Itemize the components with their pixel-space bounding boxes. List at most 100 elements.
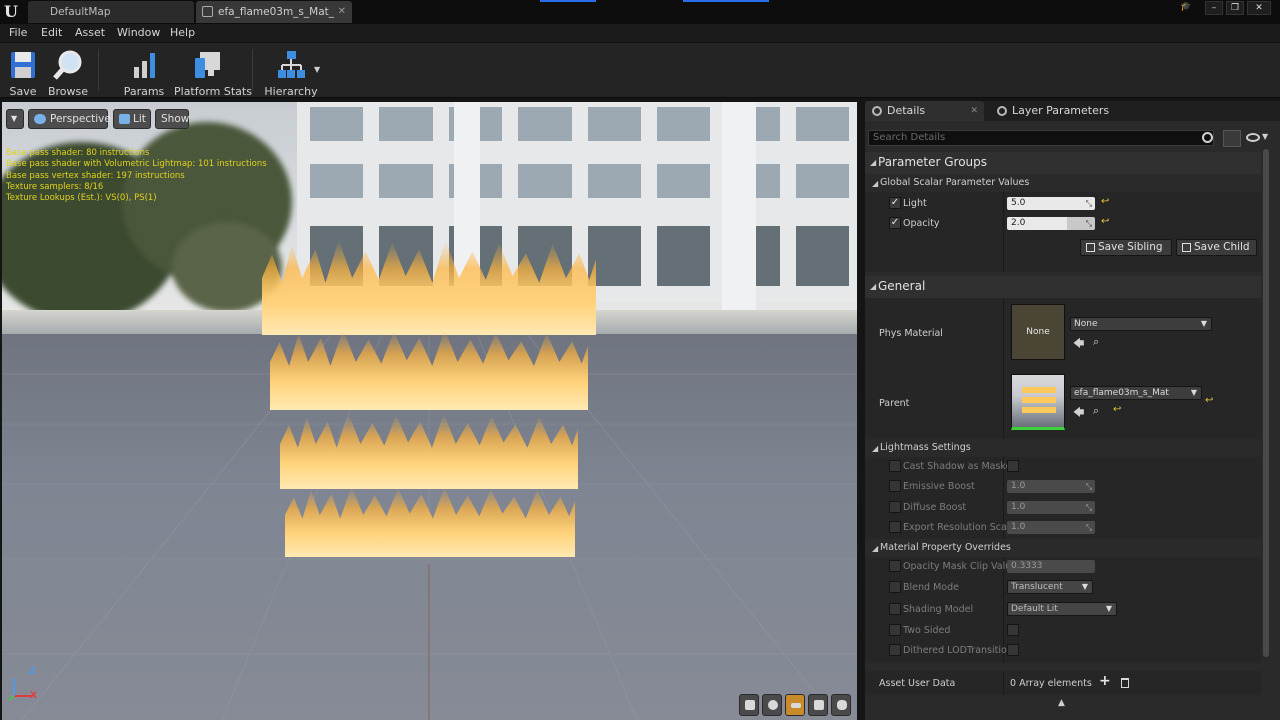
export-scale-override-checkbox[interactable] (889, 521, 901, 533)
preview-sphere-button[interactable] (762, 694, 782, 716)
menu-window[interactable]: Window (117, 26, 160, 39)
light-label: Light (903, 198, 927, 209)
group-material-overrides[interactable]: ◢ Material Property Overrides (865, 539, 1261, 557)
shading-model-value: Default Lit (1011, 604, 1058, 614)
reset-to-default-icon[interactable]: ↩ (1205, 395, 1213, 406)
light-override-checkbox[interactable]: ✓ (889, 197, 901, 209)
opacity-mask-field[interactable]: 0.3333 (1007, 560, 1095, 573)
unreal-logo-icon[interactable]: U (4, 3, 20, 20)
preview-viewport[interactable]: Base pass shader: 80 instructions Base p… (2, 102, 857, 720)
phys-material-value: None (1074, 319, 1098, 329)
phys-material-label: Phys Material (879, 328, 943, 339)
lit-button[interactable]: Lit (113, 109, 151, 129)
material-instance-icon (202, 6, 213, 17)
platform-stats-icon (195, 52, 220, 78)
show-button[interactable]: Show (155, 109, 189, 129)
close-icon[interactable]: ✕ (970, 101, 978, 121)
view-options-icon[interactable] (1223, 130, 1241, 147)
export-scale-label: Export Resolution Scale (903, 522, 1016, 533)
flame-preview (1022, 387, 1056, 393)
use-selected-arrow-icon[interactable]: 🡄 (1073, 404, 1084, 423)
maximize-icon[interactable]: ❐ (1226, 1, 1244, 15)
use-selected-arrow-icon[interactable]: 🡄 (1073, 335, 1084, 354)
browse-search-icon[interactable]: ⌕ (1093, 404, 1099, 418)
close-window-icon[interactable]: ✕ (1247, 1, 1271, 15)
dithered-override-checkbox[interactable] (889, 644, 901, 656)
opacity-value-field[interactable]: 2.0 ⤡ (1007, 217, 1095, 230)
learn-icon[interactable]: 🎓 (1176, 1, 1196, 15)
reset-to-default-icon[interactable]: ↩ (1101, 196, 1109, 207)
preview-plane-button[interactable] (785, 694, 805, 716)
blend-mode-value: Translucent (1011, 582, 1063, 592)
menu-asset[interactable]: Asset (75, 26, 105, 39)
save-button[interactable]: Save (4, 47, 42, 98)
category-parameter-groups[interactable]: ◢ Parameter Groups (865, 152, 1261, 174)
light-value-field[interactable]: 5.0 ⤡ (1007, 197, 1095, 210)
details-scrollbar[interactable] (1263, 149, 1269, 657)
browse-button[interactable]: Browse (46, 47, 90, 98)
opacity-mask-override-checkbox[interactable] (889, 560, 901, 572)
shading-model-combo[interactable]: Default Lit ▼ (1007, 602, 1117, 616)
chevron-down-icon[interactable]: ▼ (1262, 132, 1268, 141)
perspective-button[interactable]: Perspective (28, 109, 111, 129)
viewport-options-button[interactable]: ▼ (6, 109, 24, 129)
dithered-checkbox[interactable] (1007, 644, 1019, 656)
phys-material-combo[interactable]: None ▼ (1070, 317, 1212, 331)
save-sibling-button[interactable]: Save Sibling (1080, 239, 1172, 256)
menu-help[interactable]: Help (170, 26, 195, 39)
hierarchy-dropdown-icon[interactable]: ▼ (314, 65, 320, 74)
group-lightmass-settings[interactable]: ◢ Lightmass Settings (865, 439, 1261, 457)
platform-stats-button[interactable]: Platform Stats (174, 47, 252, 98)
emissive-boost-override-checkbox[interactable] (889, 480, 901, 492)
diffuse-boost-field[interactable]: 1.0 ⤡ (1007, 501, 1095, 514)
blend-mode-override-checkbox[interactable] (889, 581, 901, 593)
expand-up-icon[interactable]: ▲ (1058, 698, 1065, 708)
parent-material-value: efa_flame03m_s_Mat (1074, 388, 1169, 398)
hierarchy-icon (278, 51, 305, 78)
flame-preview (1022, 407, 1056, 413)
tab-details-label: Details (887, 104, 926, 117)
parent-material-combo[interactable]: efa_flame03m_s_Mat ▼ (1070, 386, 1202, 400)
building-pillar (722, 102, 756, 322)
phys-material-thumbnail[interactable]: None (1011, 304, 1065, 360)
save-label: Save (9, 85, 37, 98)
save-child-button[interactable]: Save Child (1176, 239, 1257, 256)
diffuse-boost-override-checkbox[interactable] (889, 501, 901, 513)
cast-shadow-override-checkbox[interactable] (889, 460, 901, 472)
trash-icon[interactable] (1121, 678, 1129, 688)
reset-to-default-icon[interactable]: ↩ (1113, 404, 1121, 415)
search-icon[interactable] (1202, 132, 1213, 143)
tab-material-instance[interactable]: efa_flame03m_s_Mat_Ins ✕ (196, 1, 352, 23)
browse-search-icon[interactable]: ⌕ (1093, 335, 1099, 349)
minimize-icon[interactable]: – (1205, 1, 1223, 15)
tab-layer-parameters[interactable]: Layer Parameters (990, 101, 1120, 121)
title-bar: U DefaultMap efa_flame03m_s_Mat_Ins ✕ 🎓 … (0, 0, 1280, 24)
blend-mode-combo[interactable]: Translucent ▼ (1007, 580, 1093, 594)
group-global-scalar[interactable]: ◢ Global Scalar Parameter Values (865, 174, 1261, 192)
shading-model-override-checkbox[interactable] (889, 603, 901, 615)
parent-material-thumbnail[interactable] (1011, 374, 1065, 430)
reset-to-default-icon[interactable]: ↩ (1101, 216, 1109, 227)
cast-shadow-checkbox[interactable] (1007, 460, 1019, 472)
export-scale-field[interactable]: 1.0 ⤡ (1007, 521, 1095, 534)
title-accent (683, 0, 769, 2)
opacity-override-checkbox[interactable]: ✓ (889, 217, 901, 229)
menu-file[interactable]: File (9, 26, 27, 39)
preview-cube-button[interactable] (808, 694, 828, 716)
tab-default-map[interactable]: DefaultMap (28, 1, 194, 23)
two-sided-checkbox[interactable] (1007, 624, 1019, 636)
hierarchy-button[interactable]: Hierarchy (264, 47, 318, 98)
eye-icon[interactable] (1246, 133, 1260, 142)
tab-details[interactable]: Details ✕ (865, 101, 984, 121)
add-element-icon[interactable]: + (1099, 673, 1111, 689)
two-sided-override-checkbox[interactable] (889, 624, 901, 636)
preview-cylinder-button[interactable] (739, 694, 759, 716)
preview-teapot-button[interactable] (831, 694, 851, 716)
close-icon[interactable]: ✕ (338, 1, 346, 23)
emissive-boost-field[interactable]: 1.0 ⤡ (1007, 480, 1095, 493)
lit-icon (119, 114, 130, 124)
category-general[interactable]: ◢ General (865, 276, 1261, 298)
params-button[interactable]: Params (122, 47, 166, 98)
search-details-input[interactable]: Search Details (868, 130, 1214, 146)
menu-edit[interactable]: Edit (41, 26, 62, 39)
